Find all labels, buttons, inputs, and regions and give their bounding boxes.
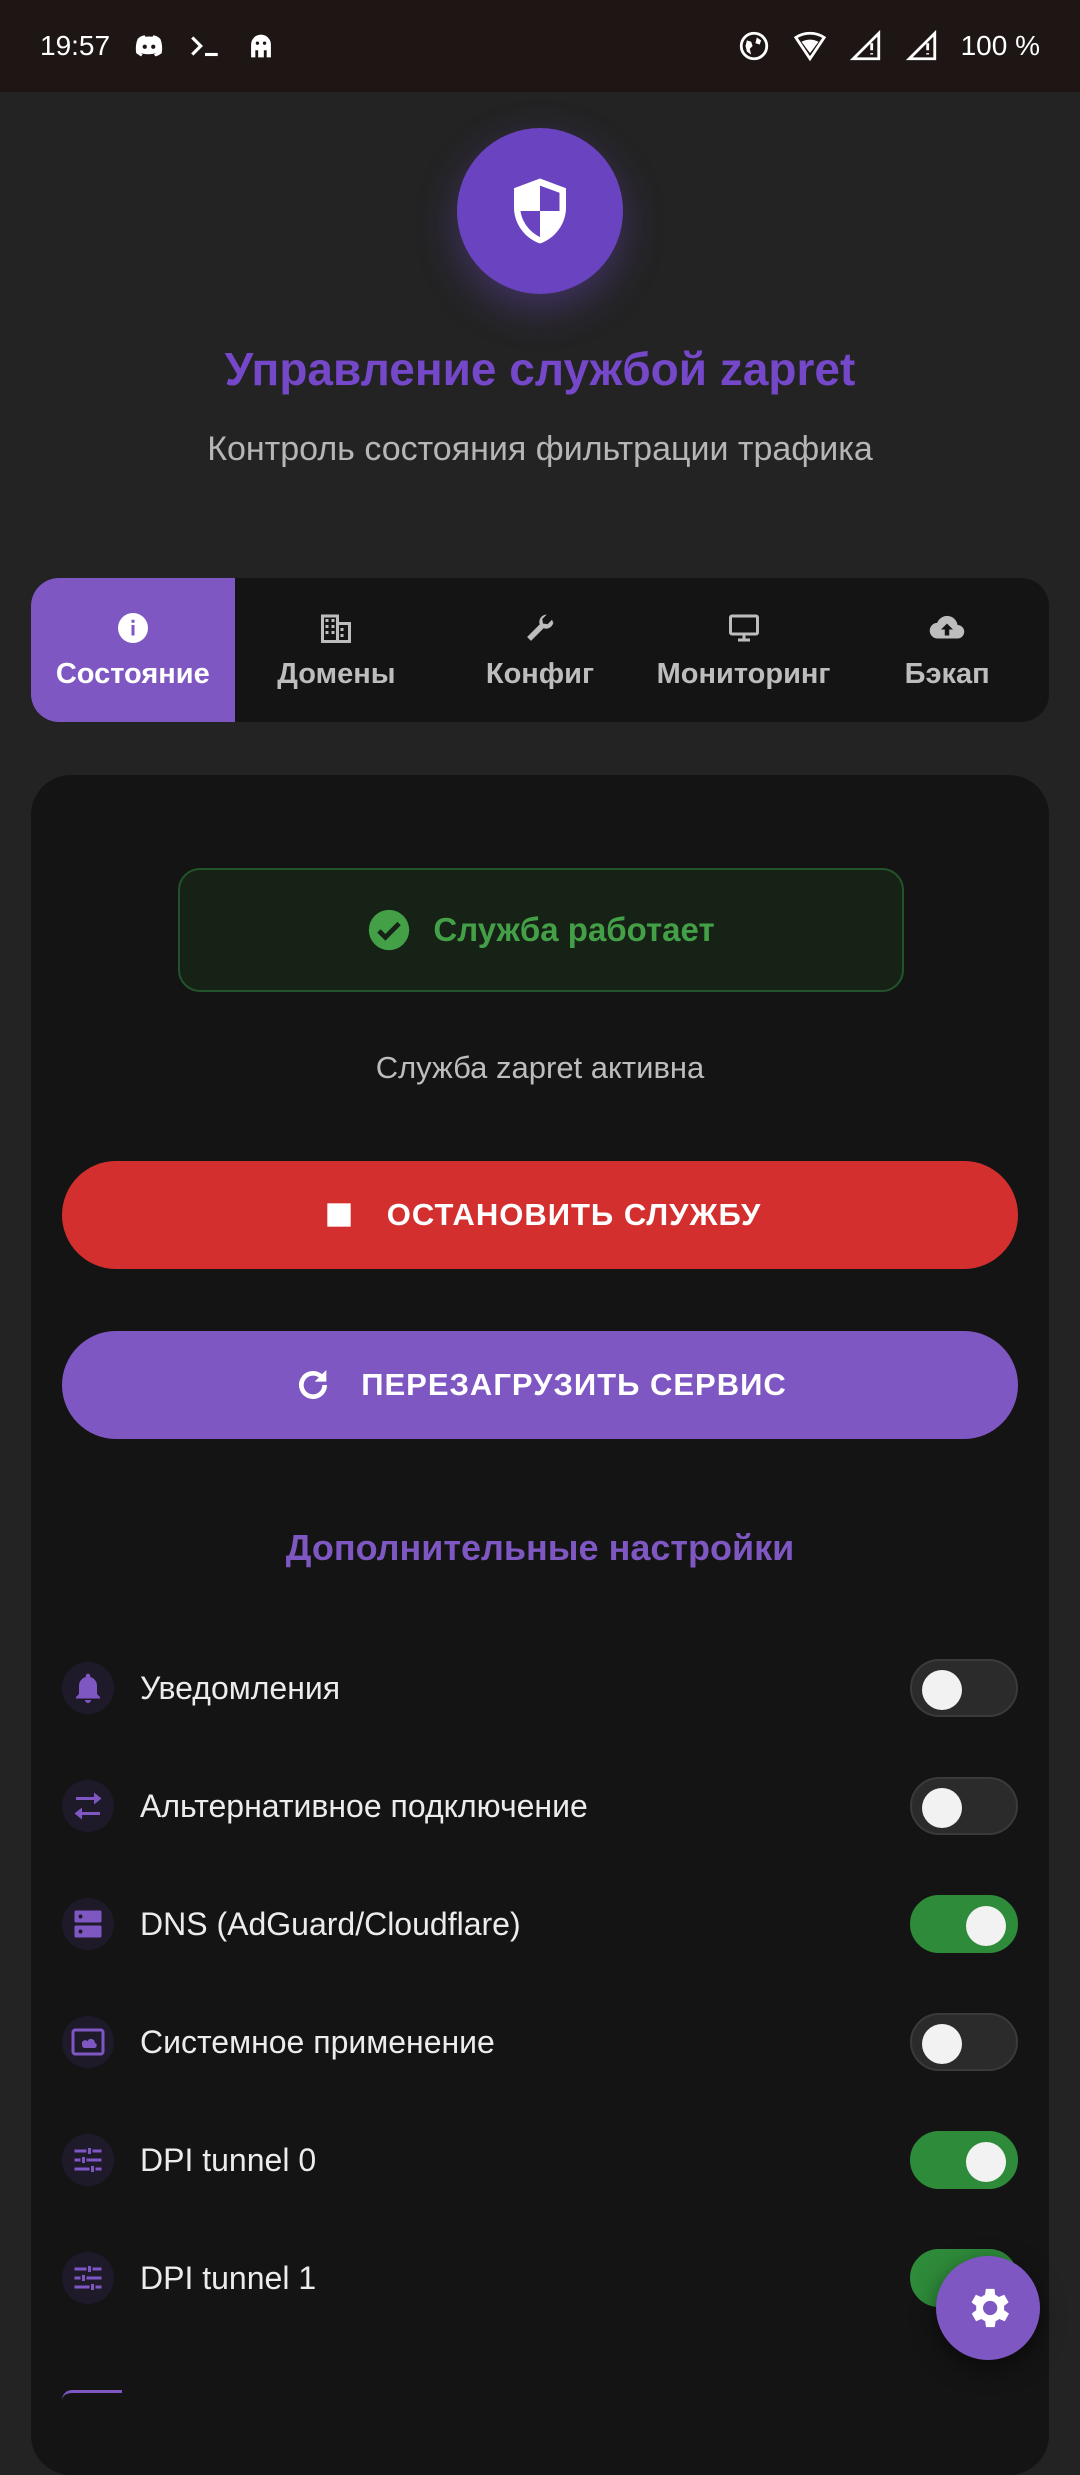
notifications-toggle[interactable] xyxy=(910,1659,1018,1717)
wrench-icon xyxy=(527,614,554,641)
vpn-globe-icon xyxy=(737,29,771,63)
status-card: Служба работает Служба zapret активна ОС… xyxy=(31,775,1049,2475)
status-bar-right: 100 % xyxy=(737,29,1040,63)
bell-icon xyxy=(62,1662,114,1714)
stop-service-label: ОСТАНОВИТЬ СЛУЖБУ xyxy=(386,1197,762,1232)
tune-icon xyxy=(62,2252,114,2304)
wifi-icon xyxy=(793,29,827,63)
android-icon xyxy=(244,29,278,63)
setting-label: DPI tunnel 1 xyxy=(140,2259,317,2296)
tune-icon xyxy=(62,2134,114,2186)
dns-toggle[interactable] xyxy=(910,1895,1018,1953)
refresh-icon xyxy=(299,1370,328,1399)
service-description: Служба zapret активна xyxy=(375,1050,705,1085)
restart-service-button[interactable]: ПЕРЕЗАГРУЗИТЬ СЕРВИС xyxy=(62,1331,1018,1439)
stop-service-button[interactable]: ОСТАНОВИТЬ СЛУЖБУ xyxy=(62,1161,1018,1269)
toggle-knob xyxy=(922,1788,962,1828)
scroll-peek-indicator xyxy=(62,2390,122,2400)
restart-service-label: ПЕРЕЗАГРУЗИТЬ СЕРВИС xyxy=(361,1367,787,1402)
status-bar-left: 19:57 xyxy=(40,29,278,63)
logo xyxy=(457,128,623,294)
setting-dns: DNS (AdGuard/Cloudflare) xyxy=(62,1892,1018,1956)
shield-icon xyxy=(514,178,566,244)
setting-dpi-tunnel-1: DPI tunnel 1 xyxy=(62,2246,1018,2310)
discord-icon xyxy=(132,29,166,63)
tab-label: Бэкап xyxy=(904,657,990,690)
settings-gear-icon xyxy=(971,2288,1010,2328)
settings-fab[interactable] xyxy=(936,2256,1040,2360)
tab-status[interactable]: Состояние xyxy=(31,578,235,722)
swap-icon xyxy=(62,1780,114,1832)
setting-label: Альтернативное подключение xyxy=(140,1787,588,1824)
check-circle-icon xyxy=(369,909,410,951)
signal-icon xyxy=(849,29,883,63)
setting-system-apply: Системное применение xyxy=(62,2010,1018,2074)
page-subtitle: Контроль состояния фильтрации трафика xyxy=(207,430,873,468)
setting-dpi-tunnel-0: DPI tunnel 0 xyxy=(62,2128,1018,2192)
setting-alt-connection: Альтернативное подключение xyxy=(62,1774,1018,1838)
setting-label: DNS (AdGuard/Cloudflare) xyxy=(140,1905,521,1942)
cloud-screen-icon xyxy=(62,2016,114,2068)
server-icon xyxy=(62,1898,114,1950)
service-status-badge: Служба работает xyxy=(178,868,904,992)
toggle-knob xyxy=(966,1906,1006,1946)
tab-label: Конфиг xyxy=(485,657,595,690)
service-status-text: Служба работает xyxy=(433,911,715,948)
toggle-knob xyxy=(966,2142,1006,2182)
battery-percent: 100 % xyxy=(960,30,1040,61)
tab-label: Домены xyxy=(277,657,396,690)
cloud-upload-icon xyxy=(929,615,965,639)
tab-bar: Состояние Домены Конфиг Мониторинг Бэкап xyxy=(31,578,1049,722)
monitor-icon xyxy=(728,614,759,641)
alt-connection-toggle[interactable] xyxy=(910,1777,1018,1835)
system-apply-toggle[interactable] xyxy=(910,2013,1018,2071)
toggle-knob xyxy=(922,2024,962,2064)
stop-icon xyxy=(327,1203,351,1227)
setting-label: Уведомления xyxy=(140,1669,341,1706)
settings-section-title: Дополнительные настройки xyxy=(285,1527,795,1568)
tab-backup[interactable]: Бэкап xyxy=(845,578,1049,722)
tab-label: Мониторинг xyxy=(656,657,831,690)
tab-config[interactable]: Конфиг xyxy=(438,578,642,722)
dpi-tunnel-0-toggle[interactable] xyxy=(910,2131,1018,2189)
tab-label: Состояние xyxy=(55,657,210,690)
tab-monitoring[interactable]: Мониторинг xyxy=(642,578,846,722)
signal-icon xyxy=(905,29,939,63)
setting-label: Системное применение xyxy=(140,2023,495,2060)
info-icon xyxy=(117,612,148,643)
toggle-knob xyxy=(922,1670,962,1710)
terminal-icon xyxy=(188,29,222,63)
tab-domains[interactable]: Домены xyxy=(235,578,439,722)
status-bar: 19:57 100 % xyxy=(0,0,1080,92)
status-time: 19:57 xyxy=(40,30,111,61)
page-title: Управление службой zapret xyxy=(224,343,856,395)
setting-label: DPI tunnel 0 xyxy=(140,2141,317,2178)
building-icon xyxy=(321,614,352,643)
setting-notifications: Уведомления xyxy=(62,1656,1018,1720)
header: Управление службой zapret Контроль состо… xyxy=(0,92,1080,562)
